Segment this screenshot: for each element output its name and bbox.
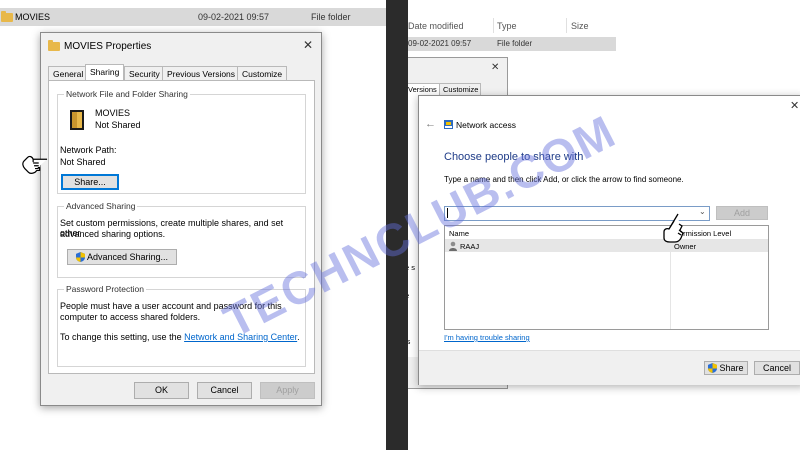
share-button[interactable]: Share...: [61, 174, 119, 190]
network-path-value: Not Shared: [60, 157, 106, 167]
uac-shield-icon: [75, 252, 85, 262]
column-separator: [493, 18, 494, 33]
column-type[interactable]: Type: [497, 21, 517, 31]
advanced-description-line-2: advanced sharing options.: [60, 229, 166, 239]
password-line-2: computer to access shared folders.: [60, 312, 201, 322]
close-icon[interactable]: ✕: [790, 100, 799, 112]
tab-security[interactable]: Security: [124, 66, 165, 81]
add-button[interactable]: Add: [716, 206, 768, 220]
explorer-row-movies[interactable]: MOVIES 09-02-2021 09:57 File folder: [0, 8, 386, 26]
folder-name: MOVIES: [95, 108, 131, 118]
dialog-folder-icon: [48, 40, 60, 51]
bg-tab-versions-label: Versions: [408, 85, 437, 94]
folder-share-status: Not Shared: [95, 120, 141, 130]
network-path-label: Network Path:: [60, 145, 117, 155]
tab-general[interactable]: General: [48, 66, 89, 81]
column-separator: [566, 18, 567, 33]
dialog-footer: Share Cancel: [419, 350, 800, 385]
people-list: Name Permission Level RAAJ Owner: [444, 225, 769, 330]
cancel-button[interactable]: Cancel: [197, 382, 252, 399]
bg-tab-customize-label: Customize: [443, 85, 479, 94]
network-access-icon: [444, 120, 453, 129]
advanced-group-title: Advanced Sharing: [64, 201, 138, 211]
ok-button[interactable]: OK: [134, 382, 189, 399]
network-sharing-group: Network File and Folder Sharing MOVIES N…: [57, 89, 306, 194]
column-date-modified[interactable]: Date modified: [408, 21, 464, 31]
explorer-row-type: File folder: [311, 12, 351, 22]
people-list-header: Name Permission Level: [445, 226, 768, 329]
left-screenshot-panel: MOVIES 09-02-2021 09:57 File folder MOVI…: [0, 0, 386, 450]
pointing-hand-icon: [663, 213, 684, 243]
bg-close-icon[interactable]: ✕: [491, 62, 499, 74]
tab-customize[interactable]: Customize: [237, 66, 288, 81]
row-date: 09-02-2021 09:57: [408, 39, 472, 48]
tab-previous-versions[interactable]: Previous Versions: [162, 66, 241, 81]
shared-folder-icon: [70, 110, 84, 130]
row-user-name: RAAJ: [460, 242, 480, 251]
advanced-sharing-button[interactable]: Advanced Sharing...: [67, 249, 177, 265]
uac-shield-icon: [708, 363, 718, 373]
movies-properties-dialog: MOVIES Properties ✕ General Sharing Secu…: [40, 32, 322, 406]
table-row[interactable]: RAAJ Owner: [445, 240, 768, 252]
advanced-sharing-button-label: Advanced Sharing...: [86, 252, 169, 262]
bg-fragment-2: e: [408, 291, 409, 300]
password-line-3-suffix: .: [297, 332, 300, 342]
explorer-row-name: MOVIES: [15, 12, 51, 22]
share-button[interactable]: Share: [704, 361, 748, 375]
back-arrow-icon[interactable]: ←: [425, 118, 436, 130]
dialog-title: Network access: [456, 120, 516, 130]
close-icon[interactable]: ✕: [303, 39, 313, 51]
row-permission: Owner: [674, 242, 697, 251]
advanced-sharing-group: Advanced Sharing Set custom permissions,…: [57, 201, 306, 278]
bg-fragment-1: e s: [408, 263, 416, 272]
pointing-hand-icon: [22, 155, 48, 174]
password-group-title: Password Protection: [64, 284, 146, 294]
explorer-row-date: 09-02-2021 09:57: [198, 12, 270, 22]
bg-fragment-3: ls: [408, 337, 411, 346]
folder-icon: [1, 11, 13, 22]
cancel-button[interactable]: Cancel: [754, 361, 800, 375]
row-type: File folder: [497, 39, 533, 48]
trouble-sharing-link[interactable]: I'm having trouble sharing: [444, 333, 530, 342]
network-group-title: Network File and Folder Sharing: [64, 89, 190, 99]
column-size[interactable]: Size: [571, 21, 589, 31]
apply-button[interactable]: Apply: [260, 382, 315, 399]
chevron-down-icon[interactable]: ⌄: [699, 207, 706, 216]
explorer-row-selected[interactable]: 09-02-2021 09:57 File folder: [408, 37, 616, 51]
dialog-title: MOVIES Properties: [64, 41, 152, 52]
password-line-3-prefix: To change this setting, use the: [60, 332, 185, 342]
share-button-label: Share: [719, 363, 744, 373]
user-icon: [449, 241, 457, 251]
